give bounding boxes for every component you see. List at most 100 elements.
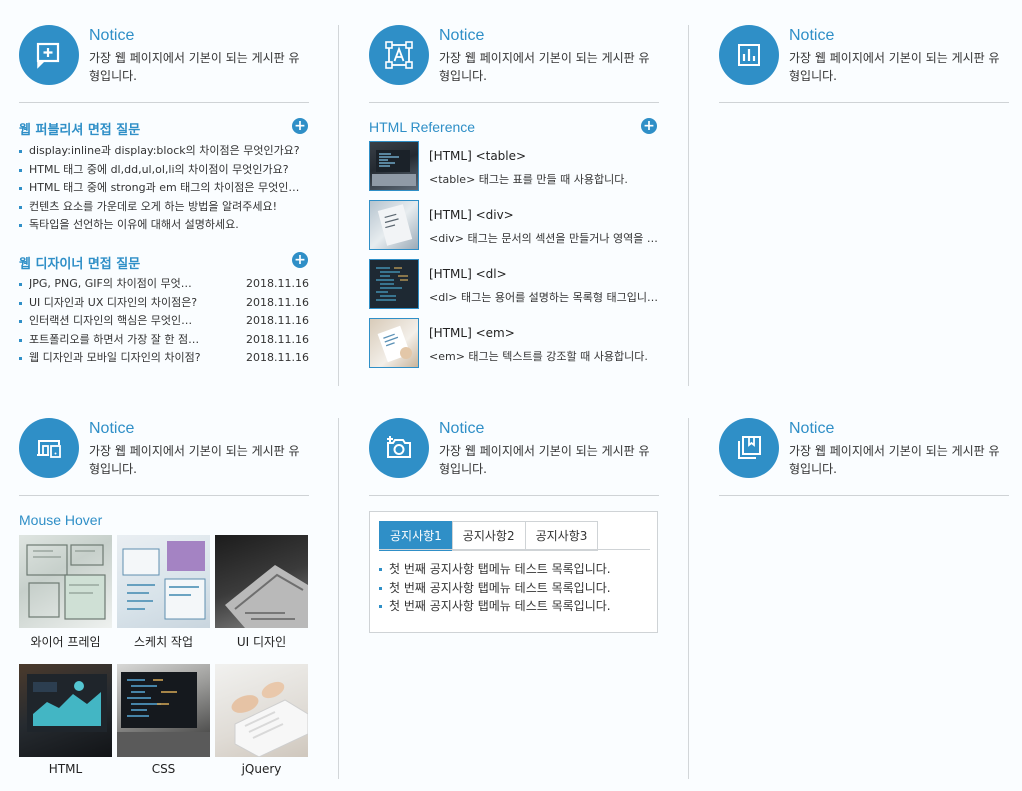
notice-header: Notice 가장 웹 페이지에서 기본이 되는 게시판 유형입니다. xyxy=(19,418,309,496)
tab-notice-1[interactable]: 공지사항1 xyxy=(379,521,453,551)
list-item-text: UI 디자인과 UX 디자인의 차이점은? xyxy=(29,295,198,309)
panel-interview: Notice 가장 웹 페이지에서 기본이 되는 게시판 유형입니다. 웹 퍼블… xyxy=(19,25,309,375)
notice-title[interactable]: Notice xyxy=(439,27,484,45)
list-item-date: 2018.11.16 xyxy=(246,295,309,309)
tab-notice-2[interactable]: 공지사항2 xyxy=(451,521,526,551)
notice-header: Notice 가장 웹 페이지에서 기본이 되는 게시판 유형입니다. xyxy=(369,418,659,496)
bookmark-icon xyxy=(719,418,779,478)
tab-notice-3[interactable]: 공지사항3 xyxy=(524,521,599,551)
notice-description: 가장 웹 페이지에서 기본이 되는 게시판 유형입니다. xyxy=(789,444,1000,476)
list-item[interactable]: 첫 번째 공지사항 탭메뉴 테스트 목록입니다. xyxy=(379,597,641,616)
column-divider xyxy=(688,25,689,386)
list-item-date: 2018.11.16 xyxy=(246,277,309,290)
reference-item-title: [HTML] <div> xyxy=(429,208,514,222)
notice-title[interactable]: Notice xyxy=(89,420,134,438)
list-item-text: 인터랙션 디자인의 핵심은 무엇인가요? xyxy=(29,314,201,327)
tab-divider xyxy=(379,549,650,550)
panel-tabs: Notice 가장 웹 페이지에서 기본이 되는 게시판 유형입니다. 공지사항… xyxy=(369,418,659,638)
list-item[interactable]: display:inline과 display:block의 차이점은 무엇인가… xyxy=(19,142,309,161)
more-plus-icon[interactable]: + xyxy=(641,118,657,134)
tab-box: 공지사항1 공지사항2 공지사항3 첫 번째 공지사항 탭메뉴 테스트 목록입니… xyxy=(369,511,658,633)
hover-item[interactable]: UI 디자인 xyxy=(215,535,308,650)
hover-title[interactable]: Mouse Hover xyxy=(19,512,102,528)
hover-item[interactable]: HTML xyxy=(19,664,112,776)
css-image xyxy=(117,664,210,757)
list-item[interactable]: HTML 태그 중에 dl,dd,ul,ol,li의 차이점이 무엇인가요? xyxy=(19,161,309,180)
reference-item-desc: <table> 태그는 표를 만들 때 사용합니다. xyxy=(429,173,628,186)
list-item-text: 포트폴리오를 하면서 가장 잘 한 점은? xyxy=(29,332,201,346)
reference-item[interactable]: [HTML] <em> <em> 태그는 텍스트를 강조할 때 사용합니다. xyxy=(369,318,659,372)
list-item[interactable]: 컨텐츠 요소를 가운데로 오게 하는 방법을 알려주세요! xyxy=(19,198,309,217)
reference-item[interactable]: [HTML] <table> <table> 태그는 표를 만들 때 사용합니다… xyxy=(369,141,659,195)
notice-description: 가장 웹 페이지에서 기본이 되는 게시판 유형입니다. xyxy=(439,51,650,83)
hover-caption: UI 디자인 xyxy=(236,635,287,649)
reference-thumbnail xyxy=(369,200,419,250)
add-comment-icon xyxy=(19,25,79,85)
board-list-dated: JPG, PNG, GIF의 차이점이 무엇인가요? 2018.11.16 UI … xyxy=(19,275,309,368)
notice-description: 가장 웹 페이지에서 기본이 되는 게시판 유형입니다. xyxy=(439,444,650,476)
more-plus-icon[interactable]: + xyxy=(292,118,308,134)
list-item[interactable]: UI 디자인과 UX 디자인의 차이점은? 2018.11.16 xyxy=(19,294,309,313)
list-item[interactable]: HTML 태그 중에 strong과 em 태그의 차이점은 무엇인가요? xyxy=(19,179,309,198)
board-list: display:inline과 display:block의 차이점은 무엇인가… xyxy=(19,142,309,235)
list-item-date: 2018.11.16 xyxy=(246,332,309,346)
tab-content-list: 첫 번째 공지사항 탭메뉴 테스트 목록입니다. 첫 번째 공지사항 탭메뉴 테… xyxy=(379,560,641,616)
list-item[interactable]: 독타입을 선언하는 이유에 대해서 설명하세요. xyxy=(19,216,309,235)
sketch-image xyxy=(117,535,210,628)
hover-item[interactable]: 스케치 작업 xyxy=(117,535,210,650)
panel-empty-1: Notice 가장 웹 페이지에서 기본이 되는 게시판 유형입니다. xyxy=(719,25,1009,105)
list-item[interactable]: 포트폴리오를 하면서 가장 잘 한 점은? 2018.11.16 xyxy=(19,331,309,350)
list-item[interactable]: 웹 디자인과 모바일 디자인의 차이점? 2018.11.16 xyxy=(19,349,309,368)
reference-item-desc: <dl> 태그는 용어를 설명하는 목록형 태그입니다. xyxy=(429,291,659,304)
list-item[interactable]: 인터랙션 디자인의 핵심은 무엇인가요? 2018.11.16 xyxy=(19,312,309,331)
hover-caption: jQuery xyxy=(241,762,282,776)
chart-icon xyxy=(719,25,779,85)
board-title[interactable]: 웹 퍼블리셔 면접 질문 xyxy=(19,119,140,138)
reference-item[interactable]: [HTML] <div> <div> 태그는 문서의 섹션을 만들거나 영역을 … xyxy=(369,200,659,254)
list-item[interactable]: 첫 번째 공지사항 탭메뉴 테스트 목록입니다. xyxy=(379,579,641,598)
list-item-date: 2018.11.16 xyxy=(246,314,309,327)
column-divider xyxy=(338,25,339,386)
notice-header: Notice 가장 웹 페이지에서 기본이 되는 게시판 유형입니다. xyxy=(719,418,1009,496)
text-frame-icon xyxy=(369,25,429,85)
list-item[interactable]: JPG, PNG, GIF의 차이점이 무엇인가요? 2018.11.16 xyxy=(19,275,309,294)
board-title[interactable]: 웹 디자이너 면접 질문 xyxy=(19,253,140,272)
reference-item-desc: <em> 태그는 텍스트를 강조할 때 사용합니다. xyxy=(429,350,648,363)
reference-thumbnail xyxy=(369,259,419,309)
reference-item[interactable]: [HTML] <dl> <dl> 태그는 용어를 설명하는 목록형 태그입니다. xyxy=(369,259,659,313)
hover-item[interactable]: 와이어 프레임 xyxy=(19,535,112,650)
list-item-text: JPG, PNG, GIF의 차이점이 무엇인가요? xyxy=(29,277,201,290)
devices-icon xyxy=(19,418,79,478)
notice-title[interactable]: Notice xyxy=(89,27,134,45)
notice-title[interactable]: Notice xyxy=(789,420,834,438)
hover-caption: 와이어 프레임 xyxy=(30,635,101,649)
hover-item[interactable]: jQuery xyxy=(215,664,309,776)
column-divider xyxy=(338,418,339,779)
hover-item[interactable]: CSS xyxy=(117,664,210,776)
hover-caption: HTML xyxy=(48,762,83,776)
add-camera-icon xyxy=(369,418,429,478)
reference-item-title: [HTML] <table> xyxy=(429,149,527,163)
notice-header: Notice 가장 웹 페이지에서 기본이 되는 게시판 유형입니다. xyxy=(369,25,659,103)
notice-title[interactable]: Notice xyxy=(439,420,484,438)
notice-header: Notice 가장 웹 페이지에서 기본이 되는 게시판 유형입니다. xyxy=(719,25,1009,103)
reference-item-title: [HTML] <em> xyxy=(429,326,515,340)
jquery-image xyxy=(215,664,309,758)
list-item-text: 웹 디자인과 모바일 디자인의 차이점? xyxy=(29,351,201,364)
hover-caption: 스케치 작업 xyxy=(133,635,193,649)
panel-empty-2: Notice 가장 웹 페이지에서 기본이 되는 게시판 유형입니다. xyxy=(719,418,1009,498)
panel-hover: Notice 가장 웹 페이지에서 기본이 되는 게시판 유형입니다. Mous… xyxy=(19,418,309,788)
notice-description: 가장 웹 페이지에서 기본이 되는 게시판 유형입니다. xyxy=(89,444,300,476)
reference-thumbnail xyxy=(369,141,419,191)
list-item[interactable]: 첫 번째 공지사항 탭메뉴 테스트 목록입니다. xyxy=(379,560,641,579)
reference-item-title: [HTML] <dl> xyxy=(429,267,507,281)
notice-description: 가장 웹 페이지에서 기본이 되는 게시판 유형입니다. xyxy=(789,51,1000,83)
html-image xyxy=(19,664,112,757)
more-plus-icon[interactable]: + xyxy=(292,252,308,268)
notice-header: Notice 가장 웹 페이지에서 기본이 되는 게시판 유형입니다. xyxy=(19,25,309,103)
hover-caption: CSS xyxy=(151,762,176,776)
reference-title[interactable]: HTML Reference xyxy=(369,119,475,135)
column-divider xyxy=(688,418,689,779)
notice-title[interactable]: Notice xyxy=(789,27,834,45)
tab-menu: 공지사항1 공지사항2 공지사항3 xyxy=(379,521,599,551)
